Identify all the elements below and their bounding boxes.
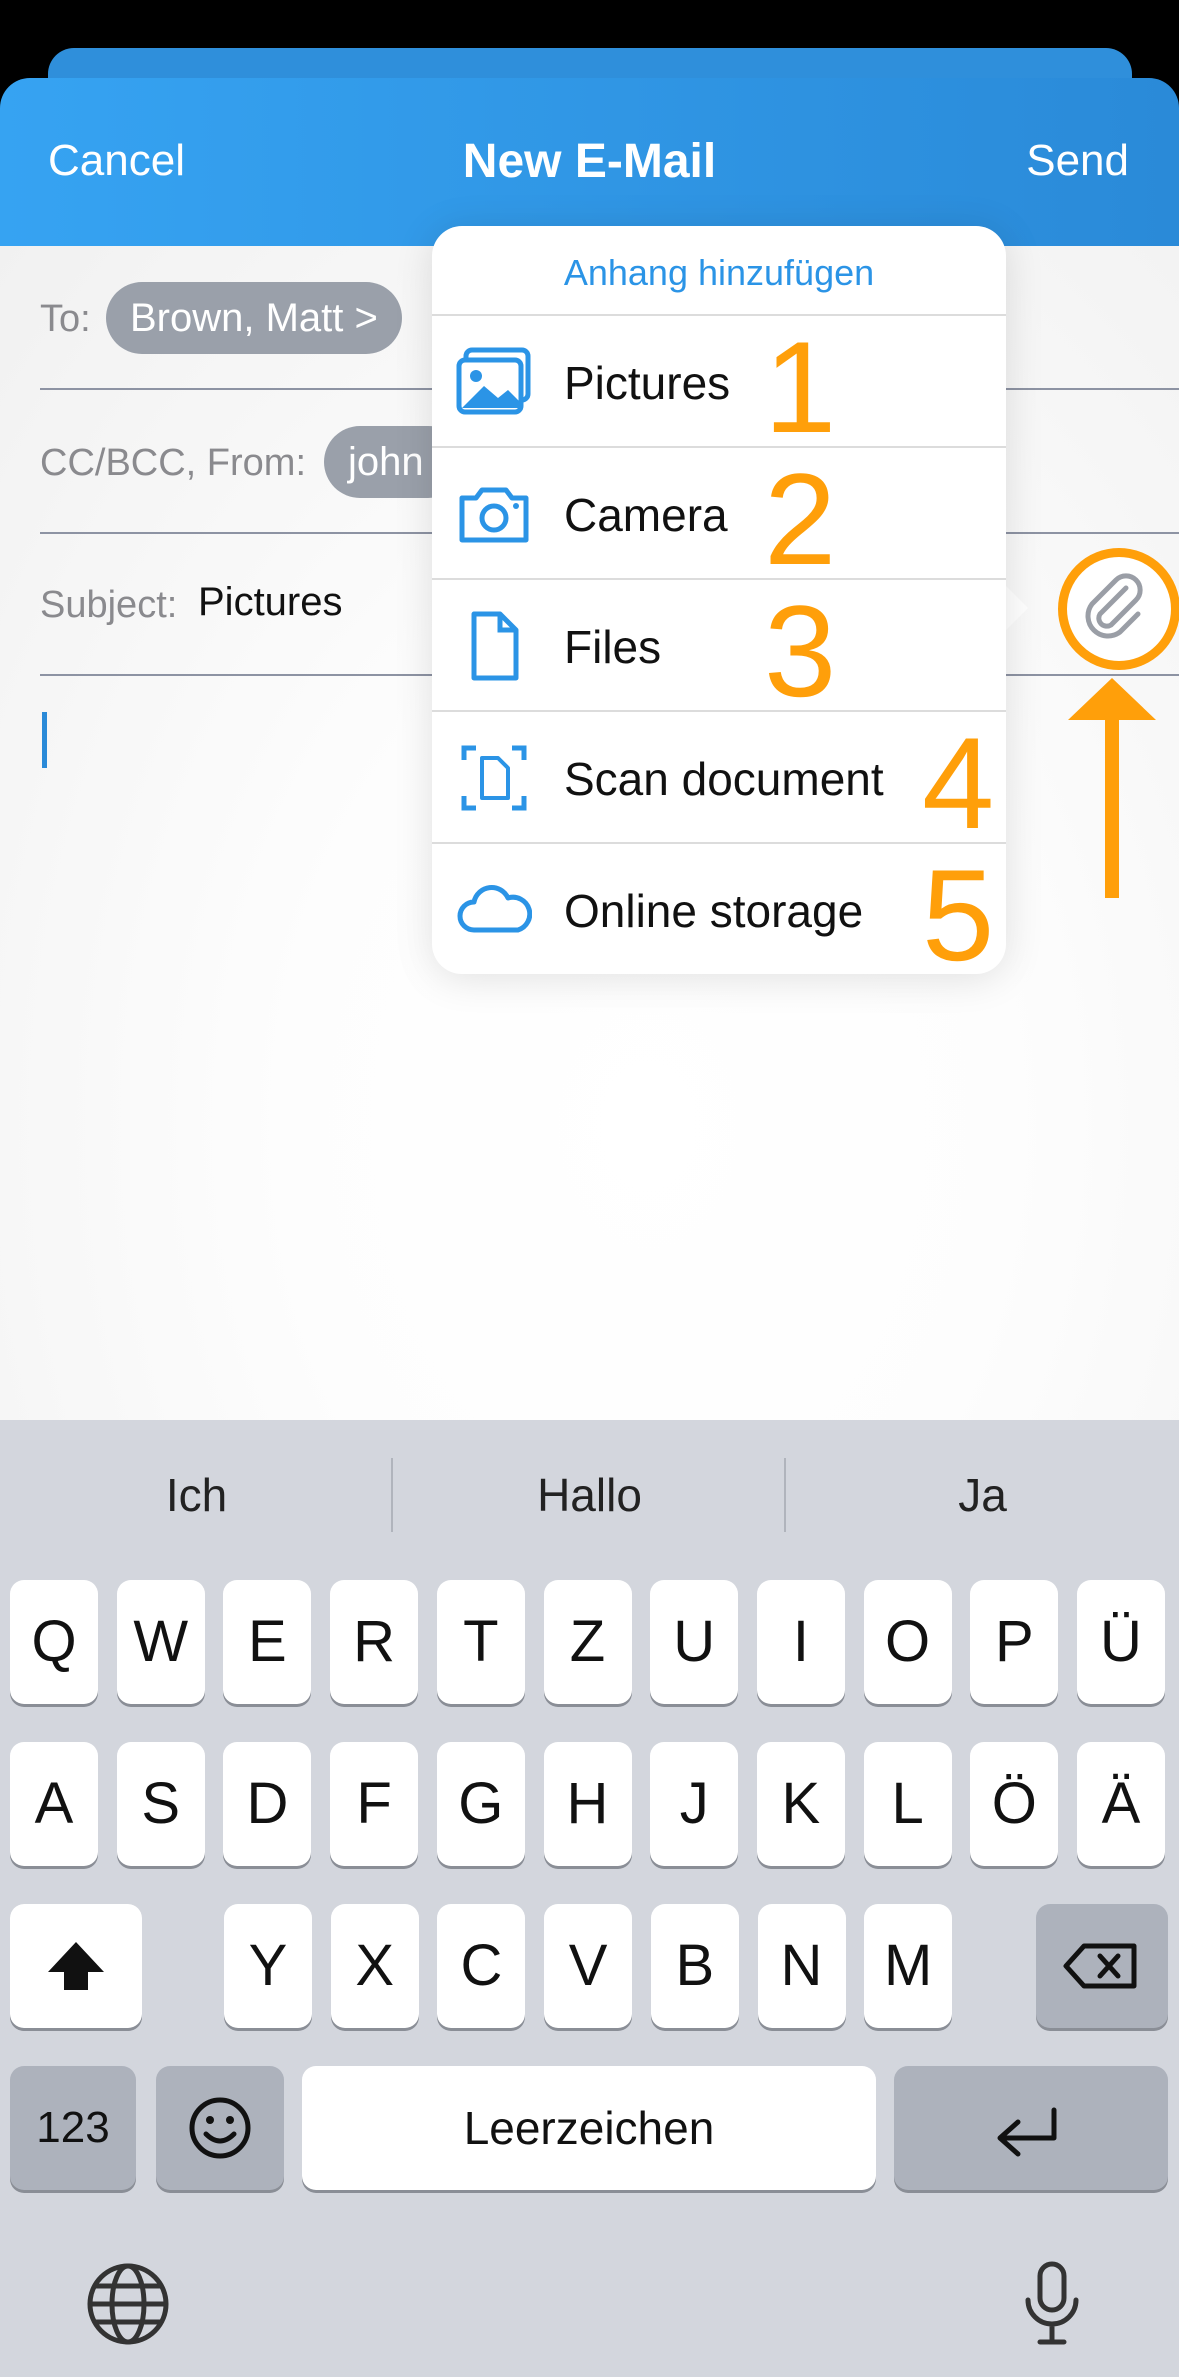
key[interactable]: Ä <box>1077 1742 1165 1866</box>
step-number: 1 <box>764 314 837 460</box>
key[interactable]: H <box>543 1742 632 1866</box>
key[interactable]: I <box>756 1580 845 1704</box>
menu-item-scan-document[interactable]: Scan document <box>432 710 1006 843</box>
key[interactable]: A <box>10 1742 98 1866</box>
recipient-chip[interactable]: Brown, Matt > <box>106 282 402 354</box>
space-key[interactable]: Leerzeichen <box>302 2066 876 2190</box>
delete-key[interactable] <box>1036 1904 1168 2028</box>
step-number: 2 <box>764 446 837 592</box>
shift-icon <box>48 1942 104 1990</box>
emoji-icon <box>189 2097 251 2159</box>
key[interactable]: G <box>436 1742 525 1866</box>
keyboard <box>0 1420 1179 2377</box>
to-label: To: <box>40 298 91 340</box>
file-icon <box>456 610 532 682</box>
menu-item-label: Pictures <box>564 357 731 409</box>
paperclip-icon[interactable] <box>1074 568 1154 648</box>
subject-field[interactable]: Pictures <box>198 580 343 625</box>
key[interactable]: K <box>756 1742 845 1866</box>
key[interactable]: W <box>116 1580 205 1704</box>
cloud-icon <box>456 874 533 946</box>
key[interactable]: P <box>970 1580 1059 1704</box>
page-title: New E-Mail <box>462 135 717 188</box>
menu-item-pictures[interactable]: Pictures <box>432 314 1006 447</box>
photo-icon <box>456 346 532 418</box>
key[interactable]: Ü <box>1077 1580 1165 1704</box>
key[interactable]: Ö <box>970 1742 1059 1866</box>
menu-item-label: Scan document <box>564 753 884 805</box>
camera-icon <box>456 478 532 550</box>
subject-label: Subject: <box>40 584 178 626</box>
numbers-key[interactable]: 123 <box>10 2066 136 2190</box>
microphone-icon[interactable] <box>1004 2256 1100 2352</box>
key[interactable]: Z <box>543 1580 632 1704</box>
step-number: 5 <box>922 842 995 988</box>
emoji-key[interactable] <box>156 2066 284 2190</box>
key[interactable]: T <box>436 1580 525 1704</box>
suggestion-2[interactable]: Hallo <box>393 1468 786 1522</box>
shift-key-face[interactable] <box>10 1904 142 2028</box>
menu-item-label: Files <box>564 621 662 673</box>
menu-item-online-storage[interactable]: Online storage <box>432 842 1006 975</box>
cc-bcc-from-label: CC/BCC, From: <box>40 442 306 484</box>
text-cursor <box>42 712 47 768</box>
popover-title: Anhang hinzufügen <box>563 252 875 293</box>
suggestion-3[interactable]: Ja <box>786 1468 1179 1522</box>
key[interactable]: Y <box>224 1904 312 2028</box>
menu-item-files[interactable]: Files <box>432 578 1006 711</box>
globe-icon[interactable] <box>80 2256 176 2352</box>
menu-item-camera[interactable]: Camera <box>432 446 1006 579</box>
key[interactable]: J <box>650 1742 739 1866</box>
step-number: 3 <box>764 578 837 724</box>
key[interactable]: U <box>650 1580 739 1704</box>
return-key[interactable] <box>894 2066 1168 2190</box>
return-icon <box>997 2107 1057 2157</box>
step-number: 4 <box>922 710 995 856</box>
annotation-arrow <box>1064 676 1160 900</box>
delete-icon <box>1063 1943 1137 1989</box>
key[interactable]: D <box>223 1742 312 1866</box>
key[interactable]: N <box>757 1904 846 2028</box>
key[interactable]: B <box>650 1904 739 2028</box>
suggestion-1[interactable]: Ich <box>0 1468 393 1522</box>
key[interactable]: F <box>330 1742 419 1866</box>
key[interactable]: O <box>863 1580 952 1704</box>
key[interactable]: E <box>223 1580 312 1704</box>
key[interactable]: V <box>544 1904 633 2028</box>
key[interactable]: M <box>864 1904 953 2028</box>
menu-item-label: Online storage <box>564 885 864 937</box>
key[interactable]: S <box>116 1742 205 1866</box>
menu-item-label: Camera <box>564 489 728 541</box>
key[interactable]: X <box>330 1904 419 2028</box>
key[interactable]: C <box>437 1904 526 2028</box>
key[interactable]: R <box>330 1580 419 1704</box>
attachment-popover: Anhang hinzufügen Pictures Camera Files … <box>432 226 1006 974</box>
scan-document-icon <box>456 742 532 814</box>
key[interactable]: L <box>863 1742 952 1866</box>
key[interactable]: Q <box>10 1580 98 1704</box>
send-button[interactable]: Send <box>1026 136 1129 186</box>
